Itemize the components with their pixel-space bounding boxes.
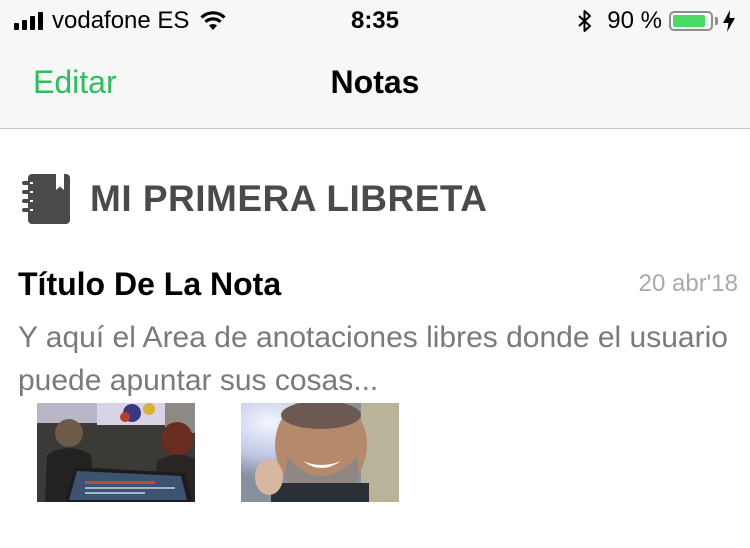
notebook-icon bbox=[22, 174, 70, 224]
notebook-title: MI PRIMERA LIBRETA bbox=[90, 178, 488, 219]
note-title: Título De La Nota bbox=[18, 266, 282, 302]
note-snippet: Y aquí el Area de anotaciones libres don… bbox=[18, 321, 728, 397]
edit-button[interactable]: Editar bbox=[33, 64, 117, 101]
bluetooth-icon bbox=[578, 10, 592, 32]
charging-bolt-icon bbox=[723, 10, 735, 32]
notebook-header[interactable]: MI PRIMERA LIBRETA bbox=[20, 172, 487, 226]
navigation-bar: Notas Editar bbox=[0, 40, 750, 129]
battery-cap bbox=[715, 17, 718, 25]
status-bar: vodafone ES 8:35 90 % bbox=[0, 0, 750, 40]
battery-percent: 90 % bbox=[607, 7, 662, 34]
photo-thumbnail-classroom[interactable] bbox=[37, 403, 195, 502]
battery-icon bbox=[669, 11, 713, 31]
battery-fill bbox=[673, 15, 706, 27]
note-date: 20 abr'18 bbox=[638, 270, 738, 297]
photo-thumbnail-selfie[interactable] bbox=[241, 403, 399, 502]
status-right: 90 % bbox=[577, 7, 736, 35]
